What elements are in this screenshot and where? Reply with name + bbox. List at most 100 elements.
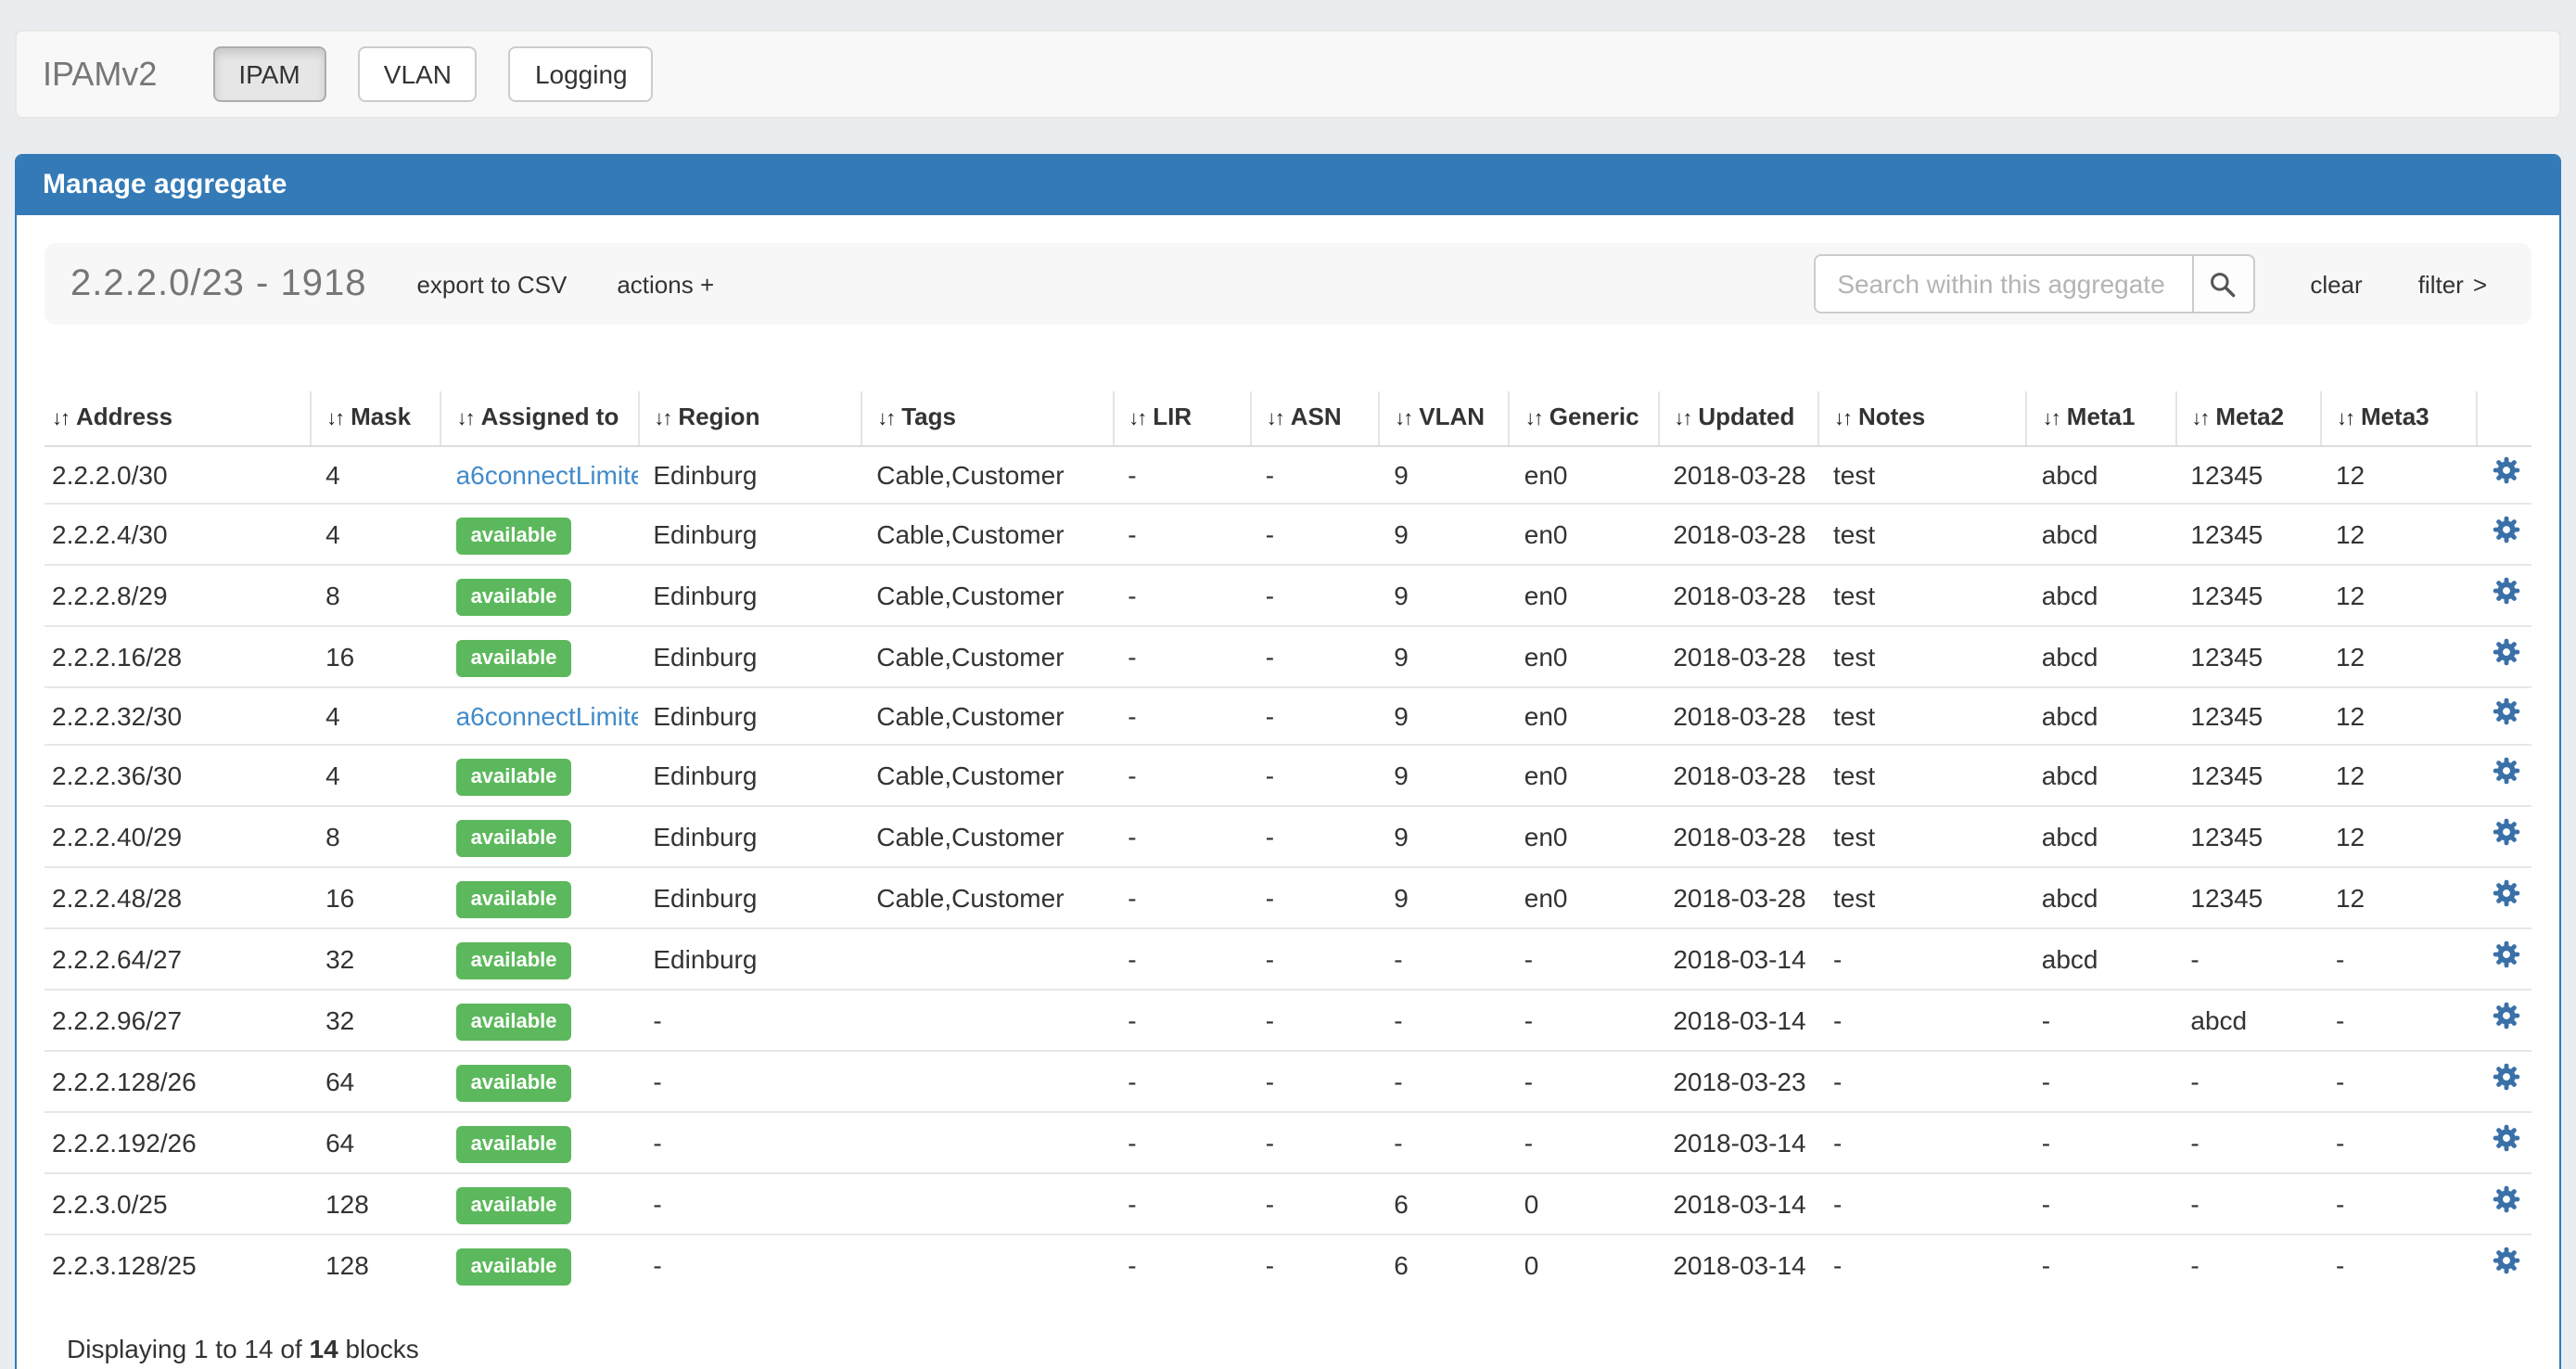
row-actions-cell: [2478, 504, 2531, 565]
cell-meta2: 12345: [2175, 504, 2321, 565]
gear-button[interactable]: [2493, 456, 2520, 484]
row-actions-cell: [2478, 806, 2531, 867]
cell-asn: -: [1251, 1112, 1380, 1173]
cell-meta3: 12: [2321, 687, 2478, 745]
col-header-asn[interactable]: ↓↑ASN: [1251, 391, 1380, 446]
status-badge-available: available: [456, 640, 572, 677]
cell-region: Edinburg: [638, 565, 861, 626]
cell-updated: 2018-03-28: [1658, 446, 1818, 504]
cell-generic: -: [1510, 1112, 1659, 1173]
cell-region: Edinburg: [638, 687, 861, 745]
cell-meta3: 12: [2321, 446, 2478, 504]
cell-notes: test: [1818, 806, 2027, 867]
table-row: 2.2.2.48/2816availableEdinburgCable,Cust…: [45, 867, 2531, 928]
col-header-assigned-to[interactable]: ↓↑Assigned to: [441, 391, 639, 446]
cell-updated: 2018-03-14: [1658, 1235, 1818, 1295]
cell-region: Edinburg: [638, 745, 861, 806]
search-button[interactable]: [2191, 254, 2254, 313]
gear-button[interactable]: [2493, 818, 2520, 846]
aggregate-toolbar: 2.2.2.0/23 - 1918 export to CSV actions …: [45, 243, 2531, 325]
blocks-table: ↓↑Address↓↑Mask↓↑Assigned to↓↑Region↓↑Ta…: [45, 391, 2531, 1295]
gear-button[interactable]: [2493, 757, 2520, 785]
cell-vlan: 6: [1379, 1235, 1510, 1295]
col-header-meta2[interactable]: ↓↑Meta2: [2175, 391, 2321, 446]
col-header-region[interactable]: ↓↑Region: [638, 391, 861, 446]
search-input[interactable]: [1813, 254, 2193, 313]
col-header-generic[interactable]: ↓↑Generic: [1510, 391, 1659, 446]
cell-mask: 32: [311, 990, 441, 1051]
cell-vlan: 9: [1379, 626, 1510, 687]
cell-meta1: abcd: [2027, 806, 2176, 867]
gear-button[interactable]: [2493, 1002, 2520, 1030]
col-header-updated[interactable]: ↓↑Updated: [1658, 391, 1818, 446]
col-header-address[interactable]: ↓↑Address: [45, 391, 311, 446]
nav-tab-ipam[interactable]: IPAM: [212, 46, 325, 102]
assigned-link[interactable]: a6connectLimite...: [456, 701, 639, 731]
export-csv-link[interactable]: export to CSV: [416, 270, 567, 298]
gear-button[interactable]: [2493, 1247, 2520, 1274]
cell-updated: 2018-03-28: [1658, 565, 1818, 626]
cell-address: 2.2.2.64/27: [45, 928, 311, 990]
cell-meta3: -: [2321, 1235, 2478, 1295]
cell-meta1: abcd: [2027, 504, 2176, 565]
cell-meta1: -: [2027, 1235, 2176, 1295]
cell-address: 2.2.2.4/30: [45, 504, 311, 565]
cell-generic: 0: [1510, 1235, 1659, 1295]
cell-lir: -: [1113, 687, 1251, 745]
table-row: 2.2.2.16/2816availableEdinburgCable,Cust…: [45, 626, 2531, 687]
cell-assigned: available: [441, 867, 639, 928]
gear-button[interactable]: [2493, 1124, 2520, 1152]
col-header-lir[interactable]: ↓↑LIR: [1113, 391, 1251, 446]
cell-meta1: -: [2027, 1173, 2176, 1235]
sort-icon: ↓↑: [1395, 408, 1411, 430]
cell-tags: Cable,Customer: [861, 504, 1113, 565]
gear-button[interactable]: [2493, 1185, 2520, 1213]
clear-link[interactable]: clear: [2310, 270, 2362, 298]
nav-tab-logging[interactable]: Logging: [509, 46, 654, 102]
cell-generic: en0: [1510, 626, 1659, 687]
gear-button[interactable]: [2493, 516, 2520, 544]
cell-meta3: 12: [2321, 806, 2478, 867]
cell-meta2: 12345: [2175, 626, 2321, 687]
cell-updated: 2018-03-14: [1658, 928, 1818, 990]
cell-lir: -: [1113, 504, 1251, 565]
col-header-notes[interactable]: ↓↑Notes: [1818, 391, 2027, 446]
cell-assigned: available: [441, 745, 639, 806]
col-header-mask[interactable]: ↓↑Mask: [311, 391, 441, 446]
cell-tags: [861, 990, 1113, 1051]
sort-icon: ↓↑: [1834, 408, 1851, 430]
cell-address: 2.2.2.96/27: [45, 990, 311, 1051]
cell-lir: -: [1113, 928, 1251, 990]
cell-notes: -: [1818, 990, 2027, 1051]
cell-meta1: abcd: [2027, 745, 2176, 806]
gear-button[interactable]: [2493, 697, 2520, 725]
cell-vlan: 9: [1379, 504, 1510, 565]
col-header-vlan[interactable]: ↓↑VLAN: [1379, 391, 1510, 446]
cell-asn: -: [1251, 1051, 1380, 1112]
cell-updated: 2018-03-28: [1658, 626, 1818, 687]
gear-button[interactable]: [2493, 1063, 2520, 1091]
cell-asn: -: [1251, 1235, 1380, 1295]
cell-tags: Cable,Customer: [861, 565, 1113, 626]
status-badge-available: available: [456, 1126, 572, 1163]
nav-tab-vlan[interactable]: VLAN: [358, 46, 478, 102]
actions-menu-link[interactable]: actions +: [617, 270, 714, 298]
assigned-link[interactable]: a6connectLimite...: [456, 460, 639, 490]
gear-icon: [2493, 1247, 2520, 1274]
gear-button[interactable]: [2493, 940, 2520, 968]
cell-address: 2.2.3.128/25: [45, 1235, 311, 1295]
table-row: 2.2.2.8/298availableEdinburgCable,Custom…: [45, 565, 2531, 626]
col-header-tags[interactable]: ↓↑Tags: [861, 391, 1113, 446]
table-row: 2.2.2.4/304availableEdinburgCable,Custom…: [45, 504, 2531, 565]
cell-assigned: available: [441, 504, 639, 565]
row-actions-cell: [2478, 928, 2531, 990]
gear-button[interactable]: [2493, 577, 2520, 605]
cell-assigned: available: [441, 806, 639, 867]
nav-tabs: IPAM VLAN Logging: [212, 46, 684, 102]
cell-address: 2.2.3.0/25: [45, 1173, 311, 1235]
gear-button[interactable]: [2493, 879, 2520, 907]
col-header-meta3[interactable]: ↓↑Meta3: [2321, 391, 2478, 446]
col-header-meta1[interactable]: ↓↑Meta1: [2027, 391, 2176, 446]
gear-button[interactable]: [2493, 638, 2520, 666]
filter-link[interactable]: filter>: [2418, 270, 2487, 298]
